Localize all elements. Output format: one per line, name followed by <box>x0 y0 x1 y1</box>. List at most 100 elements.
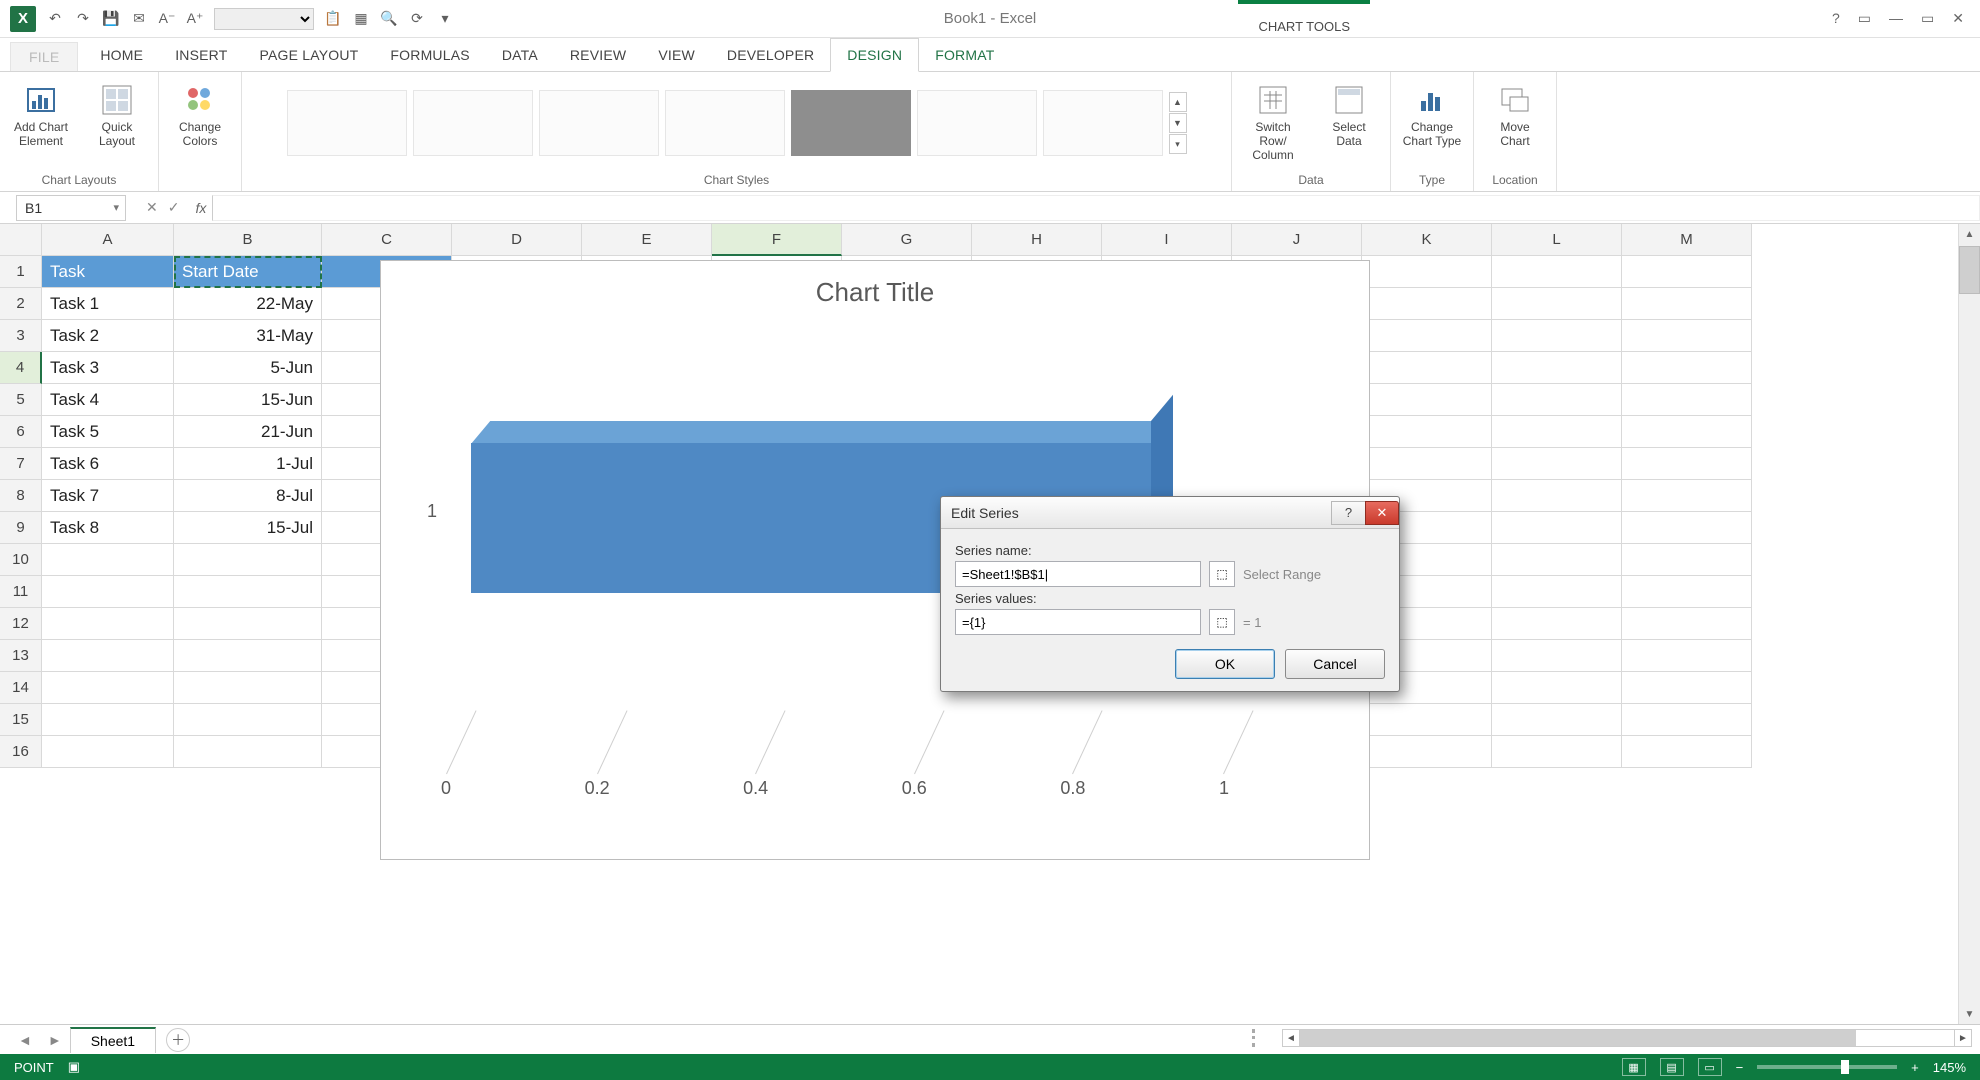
cell-B13[interactable] <box>174 640 322 672</box>
cancel-formula-icon[interactable]: ✕ <box>146 199 158 216</box>
chart-styles-down-icon[interactable]: ▼ <box>1169 113 1187 133</box>
cell-M12[interactable] <box>1622 608 1752 640</box>
horizontal-scrollbar[interactable]: ◄ ► <box>1252 1029 1972 1047</box>
view-page-layout-icon[interactable]: ▤ <box>1660 1058 1684 1076</box>
row-header-10[interactable]: 10 <box>0 544 42 576</box>
column-header-I[interactable]: I <box>1102 224 1232 256</box>
cell-L3[interactable] <box>1492 320 1622 352</box>
vscroll-thumb[interactable] <box>1959 246 1980 294</box>
paste-icon[interactable]: 📋 <box>324 10 342 28</box>
fx-icon[interactable]: fx <box>189 200 212 216</box>
tab-insert[interactable]: INSERT <box>159 39 243 71</box>
cell-M11[interactable] <box>1622 576 1752 608</box>
cell-K5[interactable] <box>1362 384 1492 416</box>
column-header-J[interactable]: J <box>1232 224 1362 256</box>
close-icon[interactable]: ✕ <box>1952 10 1964 27</box>
redo-icon[interactable]: ↷ <box>74 10 92 28</box>
cell-L16[interactable] <box>1492 736 1622 768</box>
cell-L14[interactable] <box>1492 672 1622 704</box>
cell-B2[interactable]: 22-May <box>174 288 322 320</box>
cell-A14[interactable] <box>42 672 174 704</box>
macro-record-icon[interactable]: ▣ <box>68 1059 80 1075</box>
cell-M3[interactable] <box>1622 320 1752 352</box>
cell-B6[interactable]: 21-Jun <box>174 416 322 448</box>
formula-input[interactable] <box>212 195 1980 221</box>
chart-style-3[interactable] <box>539 90 659 156</box>
series-name-input[interactable] <box>955 561 1201 587</box>
cell-M15[interactable] <box>1622 704 1752 736</box>
cell-M1[interactable] <box>1622 256 1752 288</box>
row-header-13[interactable]: 13 <box>0 640 42 672</box>
split-handle[interactable] <box>1252 1029 1262 1047</box>
column-header-L[interactable]: L <box>1492 224 1622 256</box>
column-header-K[interactable]: K <box>1362 224 1492 256</box>
move-chart-button[interactable]: Move Chart <box>1484 82 1546 149</box>
select-data-button[interactable]: Select Data <box>1318 82 1380 149</box>
zoom-out-icon[interactable]: − <box>1736 1060 1744 1075</box>
cell-A1[interactable]: Task <box>42 256 174 288</box>
cell-B10[interactable] <box>174 544 322 576</box>
cell-M14[interactable] <box>1622 672 1752 704</box>
minimize-icon[interactable]: — <box>1889 10 1903 27</box>
chart-style-1[interactable] <box>287 90 407 156</box>
cancel-button[interactable]: Cancel <box>1285 649 1385 679</box>
cell-K6[interactable] <box>1362 416 1492 448</box>
tab-data[interactable]: DATA <box>486 39 554 71</box>
row-header-3[interactable]: 3 <box>0 320 42 352</box>
cell-A10[interactable] <box>42 544 174 576</box>
preview-icon[interactable]: 🔍 <box>380 10 398 28</box>
column-header-M[interactable]: M <box>1622 224 1752 256</box>
cell-M6[interactable] <box>1622 416 1752 448</box>
zoom-slider[interactable] <box>1757 1065 1897 1069</box>
font-increase-icon[interactable]: A⁺ <box>186 10 204 28</box>
sheet-nav-prev-icon[interactable]: ◄ <box>10 1032 40 1048</box>
cell-M2[interactable] <box>1622 288 1752 320</box>
series-name-range-icon[interactable]: ⬚ <box>1209 561 1235 587</box>
row-header-15[interactable]: 15 <box>0 704 42 736</box>
cell-A8[interactable]: Task 7 <box>42 480 174 512</box>
chart-style-5[interactable] <box>791 90 911 156</box>
row-header-1[interactable]: 1 <box>0 256 42 288</box>
cell-B16[interactable] <box>174 736 322 768</box>
row-header-16[interactable]: 16 <box>0 736 42 768</box>
help-icon[interactable]: ? <box>1832 10 1840 27</box>
undo-icon[interactable]: ↶ <box>46 10 64 28</box>
dialog-help-icon[interactable]: ? <box>1331 501 1365 525</box>
restore-icon[interactable]: ▭ <box>1921 10 1934 27</box>
cell-L15[interactable] <box>1492 704 1622 736</box>
cell-M8[interactable] <box>1622 480 1752 512</box>
refresh-icon[interactable]: ⟳ <box>408 10 426 28</box>
cell-L10[interactable] <box>1492 544 1622 576</box>
qat-more-icon[interactable]: ▾ <box>436 10 454 28</box>
cell-A4[interactable]: Task 3 <box>42 352 174 384</box>
scroll-up-icon[interactable]: ▲ <box>1959 224 1980 244</box>
cell-A7[interactable]: Task 6 <box>42 448 174 480</box>
tab-review[interactable]: REVIEW <box>554 39 642 71</box>
row-header-7[interactable]: 7 <box>0 448 42 480</box>
view-page-break-icon[interactable]: ▭ <box>1698 1058 1722 1076</box>
tab-developer[interactable]: DEVELOPER <box>711 39 830 71</box>
font-decrease-icon[interactable]: A⁻ <box>158 10 176 28</box>
vertical-scrollbar[interactable]: ▲ ▼ <box>1958 224 1980 1024</box>
row-header-2[interactable]: 2 <box>0 288 42 320</box>
column-header-G[interactable]: G <box>842 224 972 256</box>
sheet-nav-next-icon[interactable]: ► <box>40 1032 70 1048</box>
cell-M13[interactable] <box>1622 640 1752 672</box>
change-chart-type-button[interactable]: Change Chart Type <box>1401 82 1463 149</box>
cell-A9[interactable]: Task 8 <box>42 512 174 544</box>
series-values-range-icon[interactable]: ⬚ <box>1209 609 1235 635</box>
cell-B15[interactable] <box>174 704 322 736</box>
cell-B4[interactable]: 5-Jun <box>174 352 322 384</box>
table-icon[interactable]: ▦ <box>352 10 370 28</box>
row-header-11[interactable]: 11 <box>0 576 42 608</box>
ribbon-display-icon[interactable]: ▭ <box>1858 10 1871 27</box>
row-header-5[interactable]: 5 <box>0 384 42 416</box>
cell-A13[interactable] <box>42 640 174 672</box>
ok-button[interactable]: OK <box>1175 649 1275 679</box>
add-sheet-button[interactable]: ＋ <box>166 1028 190 1052</box>
hscroll-left-icon[interactable]: ◄ <box>1282 1029 1300 1047</box>
cell-L12[interactable] <box>1492 608 1622 640</box>
cell-L4[interactable] <box>1492 352 1622 384</box>
cell-M16[interactable] <box>1622 736 1752 768</box>
cell-L2[interactable] <box>1492 288 1622 320</box>
